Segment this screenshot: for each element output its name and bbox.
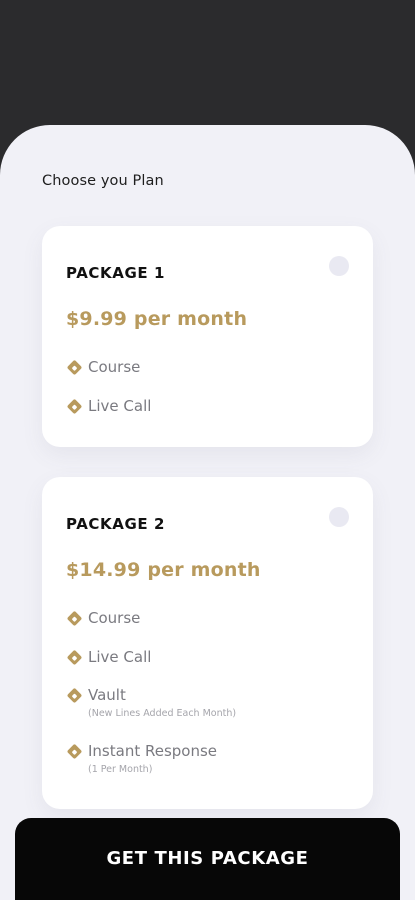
feature-label: Live Call (88, 397, 152, 415)
get-package-button[interactable]: GET THIS PACKAGE (15, 818, 400, 900)
diamond-icon (66, 359, 83, 376)
package-card-2[interactable]: PACKAGE 2 $14.99 per month Course Live C… (42, 477, 373, 809)
feature-label: Course (88, 609, 141, 627)
package-price: $14.99 per month (66, 559, 261, 581)
diamond-icon (66, 610, 83, 627)
diamond-icon (66, 649, 83, 666)
diamond-icon (66, 687, 83, 704)
package-2-radio[interactable] (329, 507, 349, 527)
page-heading: Choose you Plan (42, 173, 164, 189)
feature-note: (1 Per Month) (88, 764, 153, 775)
package-price: $9.99 per month (66, 308, 248, 330)
feature-label: Live Call (88, 648, 152, 666)
feature-label: Course (88, 358, 141, 376)
feature-item: Live Call (66, 648, 151, 667)
feature-item: Course (66, 358, 140, 377)
feature-label: Instant Response (88, 742, 218, 760)
feature-item: Instant Response (1 Per Month) (66, 742, 217, 775)
feature-label: Vault (88, 686, 126, 704)
feature-item: Vault (New Lines Added Each Month) (66, 686, 236, 719)
diamond-icon (66, 398, 83, 415)
package-name: PACKAGE 2 (66, 515, 166, 533)
feature-note: (New Lines Added Each Month) (88, 708, 237, 719)
feature-item: Course (66, 609, 140, 628)
package-name: PACKAGE 1 (66, 264, 166, 282)
feature-item: Live Call (66, 397, 151, 416)
package-1-radio[interactable] (329, 256, 349, 276)
package-card-1[interactable]: PACKAGE 1 $9.99 per month Course Live Ca… (42, 226, 373, 447)
diamond-icon (66, 743, 83, 760)
